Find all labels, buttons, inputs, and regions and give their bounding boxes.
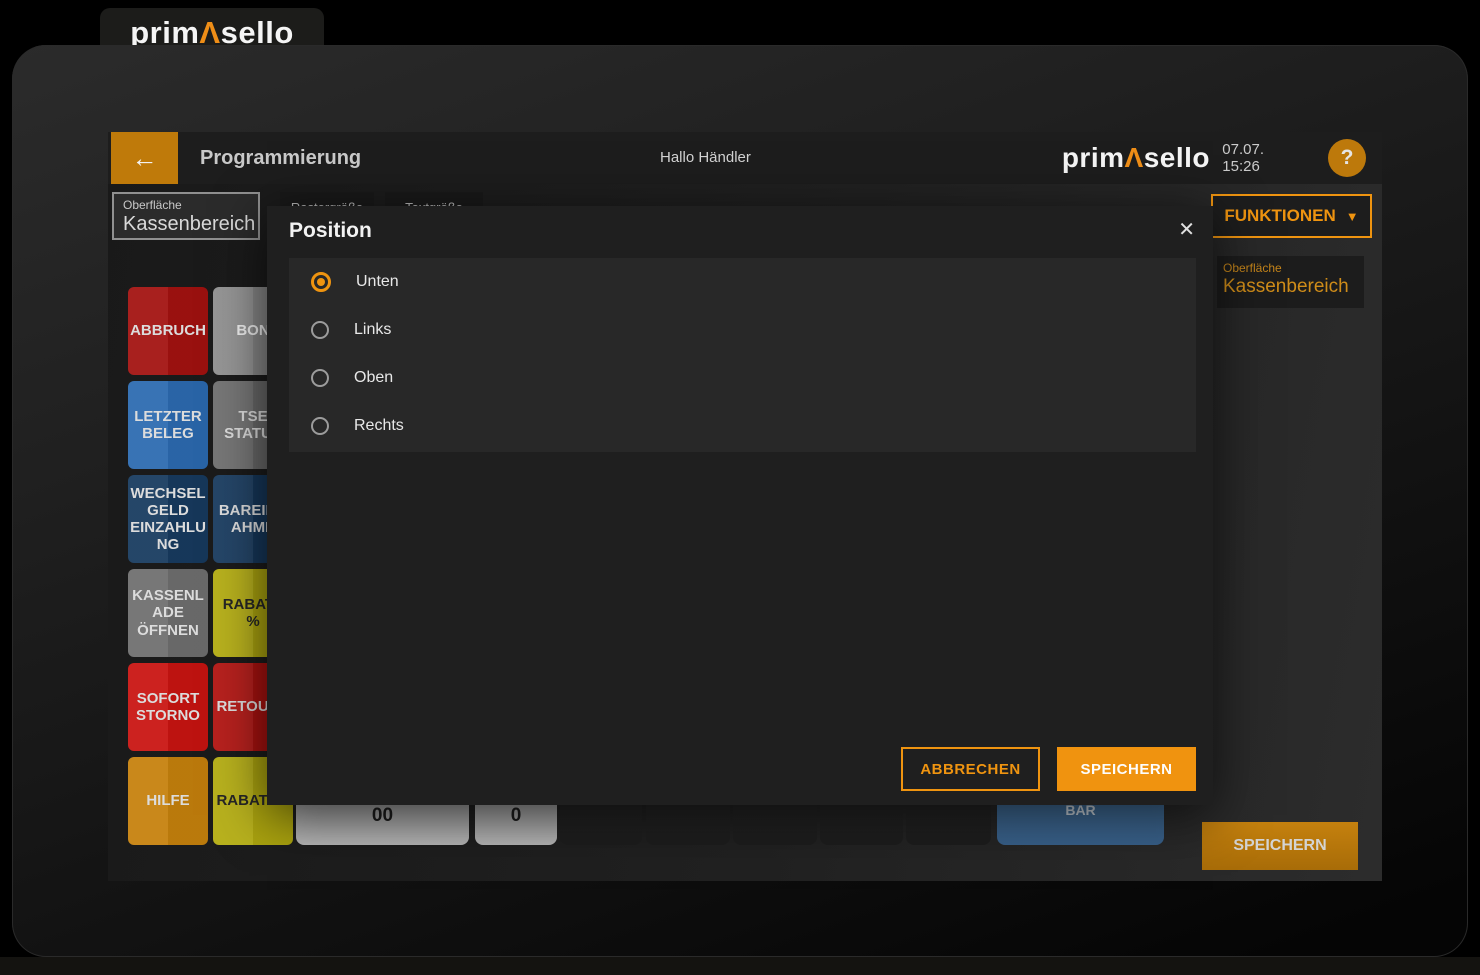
save-button-dialog[interactable]: SPEICHERN	[1057, 747, 1196, 791]
logo-part: prim	[1062, 142, 1125, 173]
position-options-panel: Unten Links Oben Rechts	[289, 258, 1196, 452]
radio-icon	[311, 417, 329, 435]
radio-option-unten[interactable]: Unten	[301, 258, 399, 306]
surface-info-label: Oberfläche	[1223, 261, 1358, 275]
dialog-title: Position	[289, 219, 372, 243]
radio-label: Oben	[354, 369, 393, 387]
surface-selector-value: Kassenbereich	[123, 213, 249, 236]
date-text: 07.07.	[1222, 141, 1264, 158]
logo-part: sello	[1144, 142, 1210, 173]
position-dialog: Position ✕ Unten Links Oben Rechts ABBRE…	[267, 206, 1213, 805]
radio-label: Rechts	[354, 417, 404, 435]
radio-icon	[311, 321, 329, 339]
functions-label: FUNKTIONEN	[1224, 206, 1335, 226]
app-header: ← Programmierung Hallo Händler primΛsell…	[108, 132, 1382, 184]
save-button-main[interactable]: SPEICHERN	[1202, 822, 1358, 870]
cancel-button[interactable]: ABBRECHEN	[901, 747, 1040, 791]
radio-icon	[311, 369, 329, 387]
app-screen: ← Programmierung Hallo Händler primΛsell…	[108, 132, 1382, 881]
key-kassenlade-oeffnen[interactable]: KASSENLADE ÖFFNEN	[128, 569, 208, 657]
radio-option-rechts[interactable]: Rechts	[301, 402, 404, 450]
user-greeting: Hallo Händler	[660, 132, 751, 184]
surface-info-box: Oberfläche Kassenbereich	[1217, 256, 1364, 308]
frame-bottom-strip	[0, 957, 1480, 975]
surface-selector-label: Oberfläche	[123, 198, 249, 212]
datetime-display: 07.07. 15:26	[1222, 141, 1264, 176]
back-arrow-icon: ←	[132, 143, 158, 174]
back-button[interactable]: ←	[111, 132, 178, 184]
key-sofort-storno[interactable]: SOFORT STORNO	[128, 663, 208, 751]
header-logo: primΛsello	[1062, 132, 1210, 184]
radio-label: Unten	[356, 273, 399, 291]
key-hilfe[interactable]: HILFE	[128, 757, 208, 845]
page-title: Programmierung	[200, 132, 361, 184]
radio-label: Links	[354, 321, 391, 339]
functions-dropdown-button[interactable]: FUNKTIONEN ▼	[1211, 194, 1372, 238]
radio-option-oben[interactable]: Oben	[301, 354, 393, 402]
key-abbruch[interactable]: ABBRUCH	[128, 287, 208, 375]
radio-option-links[interactable]: Links	[301, 306, 391, 354]
surface-info-value: Kassenbereich	[1223, 276, 1358, 298]
chevron-down-icon: ▼	[1346, 209, 1359, 224]
radio-selected-icon	[311, 272, 331, 292]
key-wechselgeld-einzahlung[interactable]: WECHSELGELD EINZAHLUNG	[128, 475, 208, 563]
surface-selector[interactable]: Oberfläche Kassenbereich	[112, 192, 260, 240]
help-button[interactable]: ?	[1328, 139, 1366, 177]
question-icon: ?	[1341, 146, 1354, 170]
close-icon[interactable]: ✕	[1178, 217, 1195, 242]
key-letzter-beleg[interactable]: LETZTER BELEG	[128, 381, 208, 469]
logo-lambda-icon: Λ	[1125, 142, 1144, 173]
time-text: 15:26	[1222, 158, 1264, 175]
